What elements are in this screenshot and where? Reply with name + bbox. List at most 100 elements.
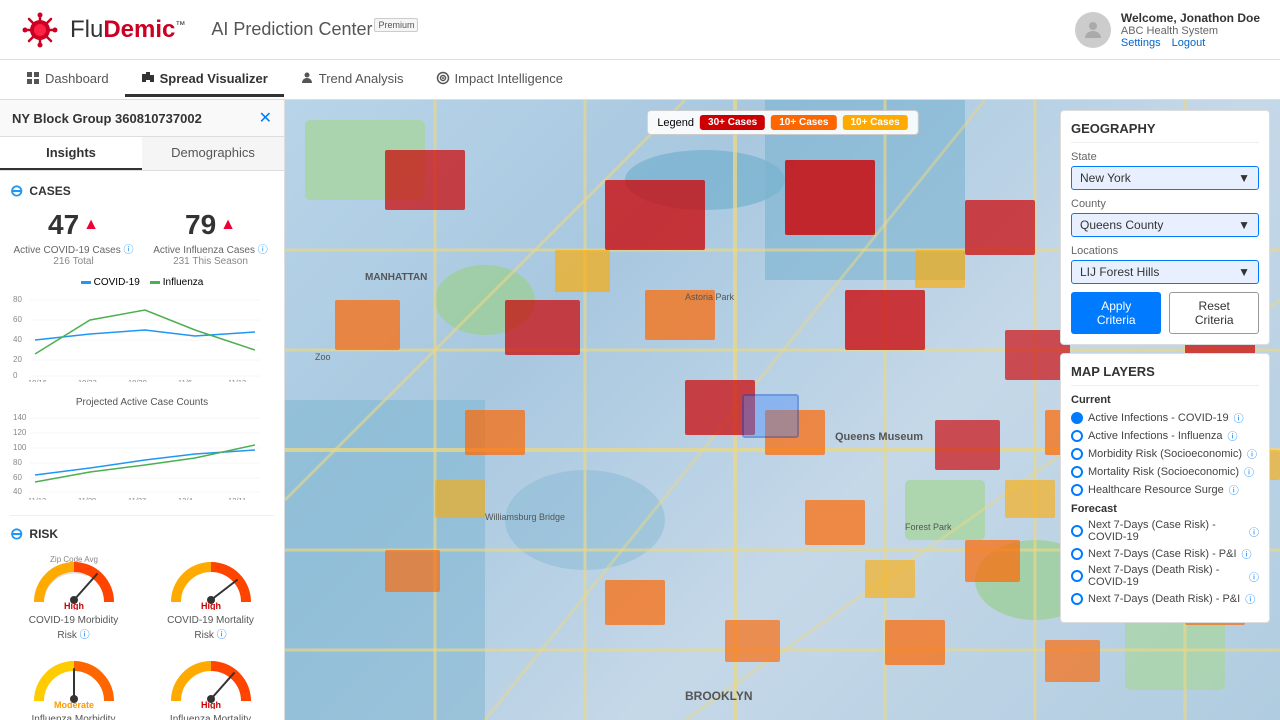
legend-badge-10a: 10+ Cases — [771, 115, 836, 130]
nav-tab-spread-visualizer[interactable]: Spread Visualizer — [125, 63, 284, 97]
svg-text:High: High — [201, 601, 221, 610]
svg-text:12/4: 12/4 — [178, 496, 193, 500]
gauge-svg-influenza-morbidity: Moderate — [29, 651, 119, 709]
app-title: AI Prediction CenterPremium — [211, 19, 418, 40]
info-icon-healthcare-surge: ⓘ — [1229, 482, 1239, 497]
layer-morbidity-risk[interactable]: Morbidity Risk (Socioeconomic) ⓘ — [1071, 446, 1259, 461]
stats-row: 47 ▲ Active COVID-19 Cases ⓘ 216 Total 7… — [10, 209, 274, 267]
gauges-row-1: Zip Code Avg High COVID-19 MorbidityRisk… — [10, 552, 274, 641]
influenza-legend: Influenza — [150, 277, 204, 288]
state-select[interactable]: New York ▼ — [1071, 166, 1259, 190]
influenza-stat-box: 79 ▲ Active Influenza Cases ⓘ 231 This S… — [147, 209, 274, 267]
tab-demographics[interactable]: Demographics — [142, 137, 284, 170]
tab-bar: Insights Demographics — [0, 137, 284, 171]
svg-text:60: 60 — [13, 473, 22, 482]
nav-tab-dashboard[interactable]: Dashboard — [10, 63, 125, 97]
svg-text:100: 100 — [13, 443, 27, 452]
user-links: Settings Logout — [1121, 37, 1260, 49]
radio-forecast-death-covid — [1071, 570, 1083, 582]
settings-link[interactable]: Settings — [1121, 37, 1161, 49]
apply-criteria-button[interactable]: Apply Criteria — [1071, 292, 1161, 334]
gauge-svg-covid-mortality: High — [166, 552, 256, 610]
svg-text:60: 60 — [13, 315, 22, 324]
locations-label: Locations — [1071, 245, 1259, 257]
info-icon-influenza-active: ⓘ — [1228, 428, 1238, 443]
svg-text:80: 80 — [13, 458, 22, 467]
influenza-mortality-label: Influenza MortalityRisk ⓘ — [147, 714, 274, 720]
info-icon-covid-active: ⓘ — [1234, 410, 1244, 425]
map-area[interactable]: MANHATTAN BROOKLYN Queens Museum Astoria… — [285, 100, 1280, 720]
radio-influenza-active — [1071, 430, 1083, 442]
svg-text:Forest Park: Forest Park — [905, 522, 952, 532]
projected-cases-chart: Projected Active Case Counts 140 120 100… — [10, 397, 274, 503]
covid-legend: COVID-19 — [81, 277, 140, 288]
covid-count: 47 ▲ — [10, 209, 137, 241]
gauge-svg-influenza-mortality: High — [166, 651, 256, 709]
influenza-morbidity-gauge: Moderate Influenza MorbidityRisk ⓘ — [10, 651, 137, 720]
radio-forecast-case-pi — [1071, 548, 1083, 560]
layer-forecast-case-covid[interactable]: Next 7-Days (Case Risk) - COVID-19 ⓘ — [1071, 519, 1259, 543]
tab-insights[interactable]: Insights — [0, 137, 142, 170]
layer-covid-active[interactable]: Active Infections - COVID-19 ⓘ — [1071, 410, 1259, 425]
logo-text: FluDemic™ — [70, 16, 185, 44]
radio-covid-active — [1071, 412, 1083, 424]
layer-mortality-risk[interactable]: Mortality Risk (Socioeconomic) ⓘ — [1071, 464, 1259, 479]
geography-panel: GEOGRAPHY State New York ▼ County Queens… — [1060, 110, 1270, 345]
layer-forecast-death-covid[interactable]: Next 7-Days (Death Risk) - COVID-19 ⓘ — [1071, 564, 1259, 588]
svg-text:80: 80 — [13, 295, 22, 304]
layer-forecast-case-pi[interactable]: Next 7-Days (Case Risk) - P&I ⓘ — [1071, 546, 1259, 561]
nav-tab-impact-intelligence[interactable]: Impact Intelligence — [420, 63, 579, 97]
covid-label: Active COVID-19 Cases ⓘ — [10, 241, 137, 256]
layer-forecast-death-pi[interactable]: Next 7-Days (Death Risk) - P&I ⓘ — [1071, 591, 1259, 606]
chart-legend: COVID-19 Influenza — [10, 277, 274, 288]
left-panel: NY Block Group 360810737002 ✕ Insights D… — [0, 100, 285, 720]
radio-healthcare-surge — [1071, 484, 1083, 496]
svg-text:BROOKLYN: BROOKLYN — [685, 689, 753, 703]
person-icon — [300, 71, 314, 85]
line-chart-1: 80 60 40 20 0 10/16 — [10, 292, 265, 382]
svg-text:Queens Museum: Queens Museum — [835, 431, 923, 443]
panel-header: NY Block Group 360810737002 ✕ — [0, 100, 284, 137]
info-icon-morbidity-risk: ⓘ — [1247, 446, 1257, 461]
info-icon-forecast-case-covid: ⓘ — [1249, 524, 1259, 539]
svg-text:20: 20 — [13, 355, 22, 364]
panel-content: ⊖ CASES 47 ▲ Active COVID-19 Cases ⓘ 216… — [0, 171, 284, 720]
legend-badge-30: 30+ Cases — [700, 115, 765, 130]
svg-text:High: High — [201, 700, 221, 709]
logout-link[interactable]: Logout — [1172, 37, 1206, 49]
svg-text:11/13: 11/13 — [28, 496, 46, 500]
nav-bar: Dashboard Spread Visualizer Trend Analys… — [0, 60, 1280, 100]
county-label: County — [1071, 198, 1259, 210]
svg-text:11/20: 11/20 — [78, 496, 96, 500]
influenza-morbidity-label: Influenza MorbidityRisk ⓘ — [10, 714, 137, 720]
geography-title: GEOGRAPHY — [1071, 121, 1259, 143]
target-icon — [436, 71, 450, 85]
cases-section-header: ⊖ CASES — [10, 181, 274, 201]
flu-logo-icon — [20, 10, 60, 50]
divider — [10, 515, 274, 516]
influenza-label: Active Influenza Cases ⓘ — [147, 241, 274, 256]
map-layers-panel: MAP LAYERS Current Active Infections - C… — [1060, 353, 1270, 623]
radio-forecast-case-covid — [1071, 525, 1083, 537]
reset-criteria-button[interactable]: Reset Criteria — [1169, 292, 1259, 334]
county-select[interactable]: Queens County ▼ — [1071, 213, 1259, 237]
svg-text:40: 40 — [13, 335, 22, 344]
svg-text:Moderate: Moderate — [53, 700, 93, 709]
premium-badge: Premium — [374, 18, 418, 32]
current-layers-section: Current Active Infections - COVID-19 ⓘ A… — [1071, 394, 1259, 497]
svg-text:MANHATTAN: MANHATTAN — [365, 272, 427, 283]
legend-label: Legend — [657, 117, 694, 129]
svg-text:120: 120 — [13, 428, 27, 437]
locations-select[interactable]: LIJ Forest Hills ▼ — [1071, 260, 1259, 284]
svg-text:40: 40 — [13, 487, 22, 496]
locations-form-row: Locations LIJ Forest Hills ▼ — [1071, 245, 1259, 284]
covid-mortality-gauge: High COVID-19 MortalityRisk ⓘ — [147, 552, 274, 641]
radio-forecast-death-pi — [1071, 593, 1083, 605]
gauges-row-2: Moderate Influenza MorbidityRisk ⓘ High … — [10, 651, 274, 720]
nav-tab-trend-analysis[interactable]: Trend Analysis — [284, 63, 420, 97]
covid-mortality-label: COVID-19 MortalityRisk ⓘ — [147, 615, 274, 641]
close-button[interactable]: ✕ — [259, 108, 272, 128]
layer-healthcare-surge[interactable]: Healthcare Resource Surge ⓘ — [1071, 482, 1259, 497]
layer-influenza-active[interactable]: Active Infections - Influenza ⓘ — [1071, 428, 1259, 443]
active-cases-chart: COVID-19 Influenza 80 60 40 20 0 — [10, 277, 274, 385]
